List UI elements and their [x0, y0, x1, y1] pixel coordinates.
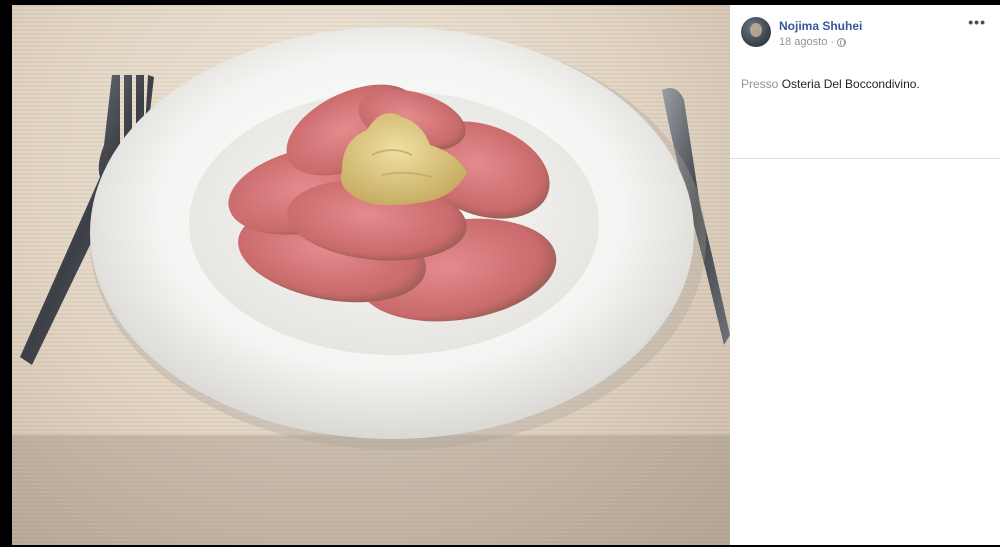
meta-separator: ·: [830, 36, 834, 48]
post-date-link[interactable]: 18 agosto: [779, 36, 827, 48]
table-shadow: [12, 435, 730, 545]
location-link[interactable]: Osteria Del Boccondivino.: [782, 77, 920, 91]
post-text: Presso Osteria Del Boccondivino.: [741, 77, 920, 91]
post-header: Nojima Shuhei 18 agosto · •••: [730, 5, 1000, 65]
food-photo-illustration: [12, 27, 730, 545]
post-photo[interactable]: [12, 5, 730, 545]
post-meta: 18 agosto ·: [779, 36, 846, 48]
globe-icon[interactable]: [837, 37, 846, 47]
divider: [730, 158, 1000, 159]
more-options-button[interactable]: •••: [968, 15, 986, 29]
avatar[interactable]: [741, 17, 771, 47]
location-prefix: Presso: [741, 77, 779, 91]
author-name-link[interactable]: Nojima Shuhei: [779, 19, 862, 33]
post-side-panel: Nojima Shuhei 18 agosto · ••• Presso Ost…: [730, 5, 1000, 545]
